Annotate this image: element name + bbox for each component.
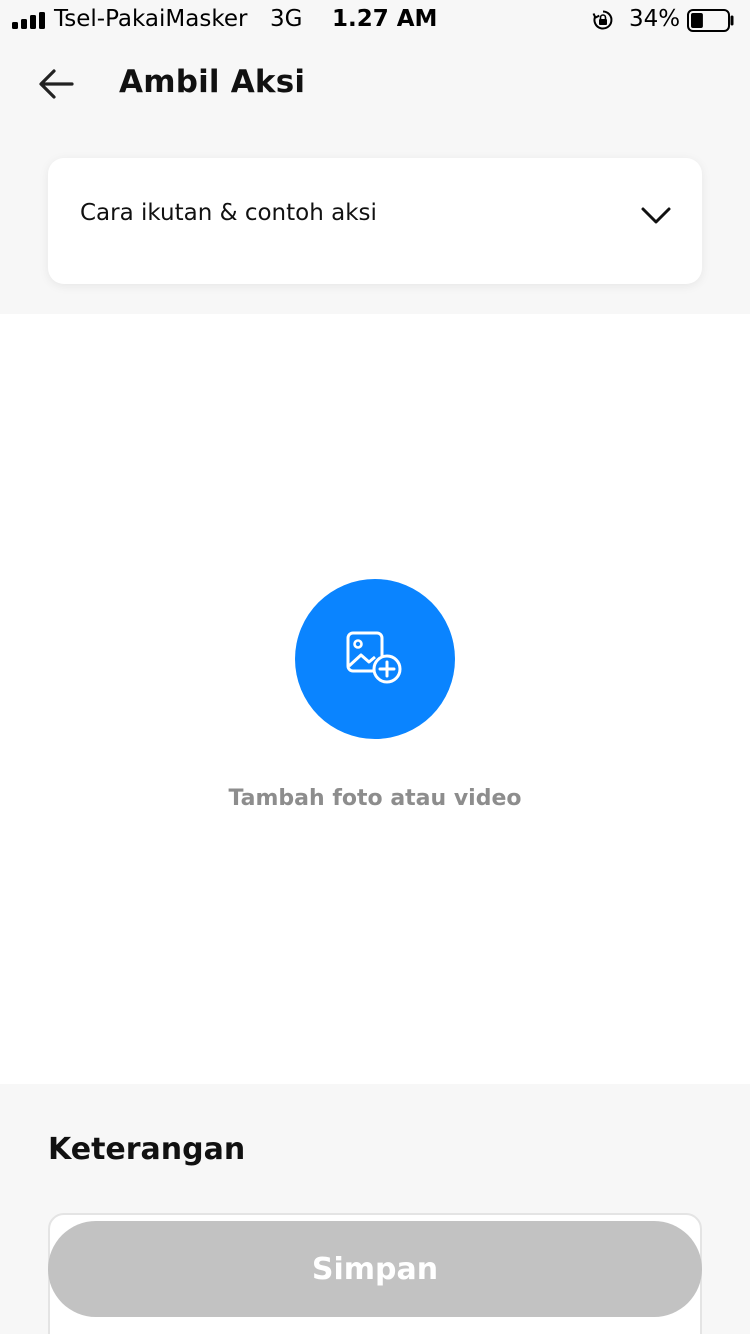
image-add-icon (346, 631, 402, 684)
page-title: Ambil Aksi (119, 64, 306, 100)
save-button[interactable]: Simpan (48, 1221, 702, 1317)
arrow-left-icon (39, 69, 74, 99)
battery-icon (687, 9, 734, 32)
description-title: Keterangan (48, 1132, 246, 1167)
status-bar: Tsel-PakaiMasker 3G 1.27 AM 34% (0, 0, 750, 40)
media-upload-area: Tambah foto atau video (0, 314, 750, 1084)
carrier-name: Tsel-PakaiMasker (54, 6, 248, 32)
back-button[interactable] (36, 64, 76, 104)
add-media-label: Tambah foto atau video (228, 786, 522, 811)
add-media-button[interactable] (295, 579, 455, 739)
how-to-join-accordion[interactable]: Cara ikutan & contoh aksi (48, 158, 702, 284)
orientation-lock-icon (592, 10, 613, 30)
clock: 1.27 AM (332, 6, 438, 32)
chevron-down-icon (641, 207, 671, 224)
signal-strength-icon (12, 12, 45, 29)
accordion-label: Cara ikutan & contoh aksi (80, 200, 377, 226)
network-type: 3G (270, 6, 303, 32)
battery-percentage: 34% (629, 6, 681, 32)
